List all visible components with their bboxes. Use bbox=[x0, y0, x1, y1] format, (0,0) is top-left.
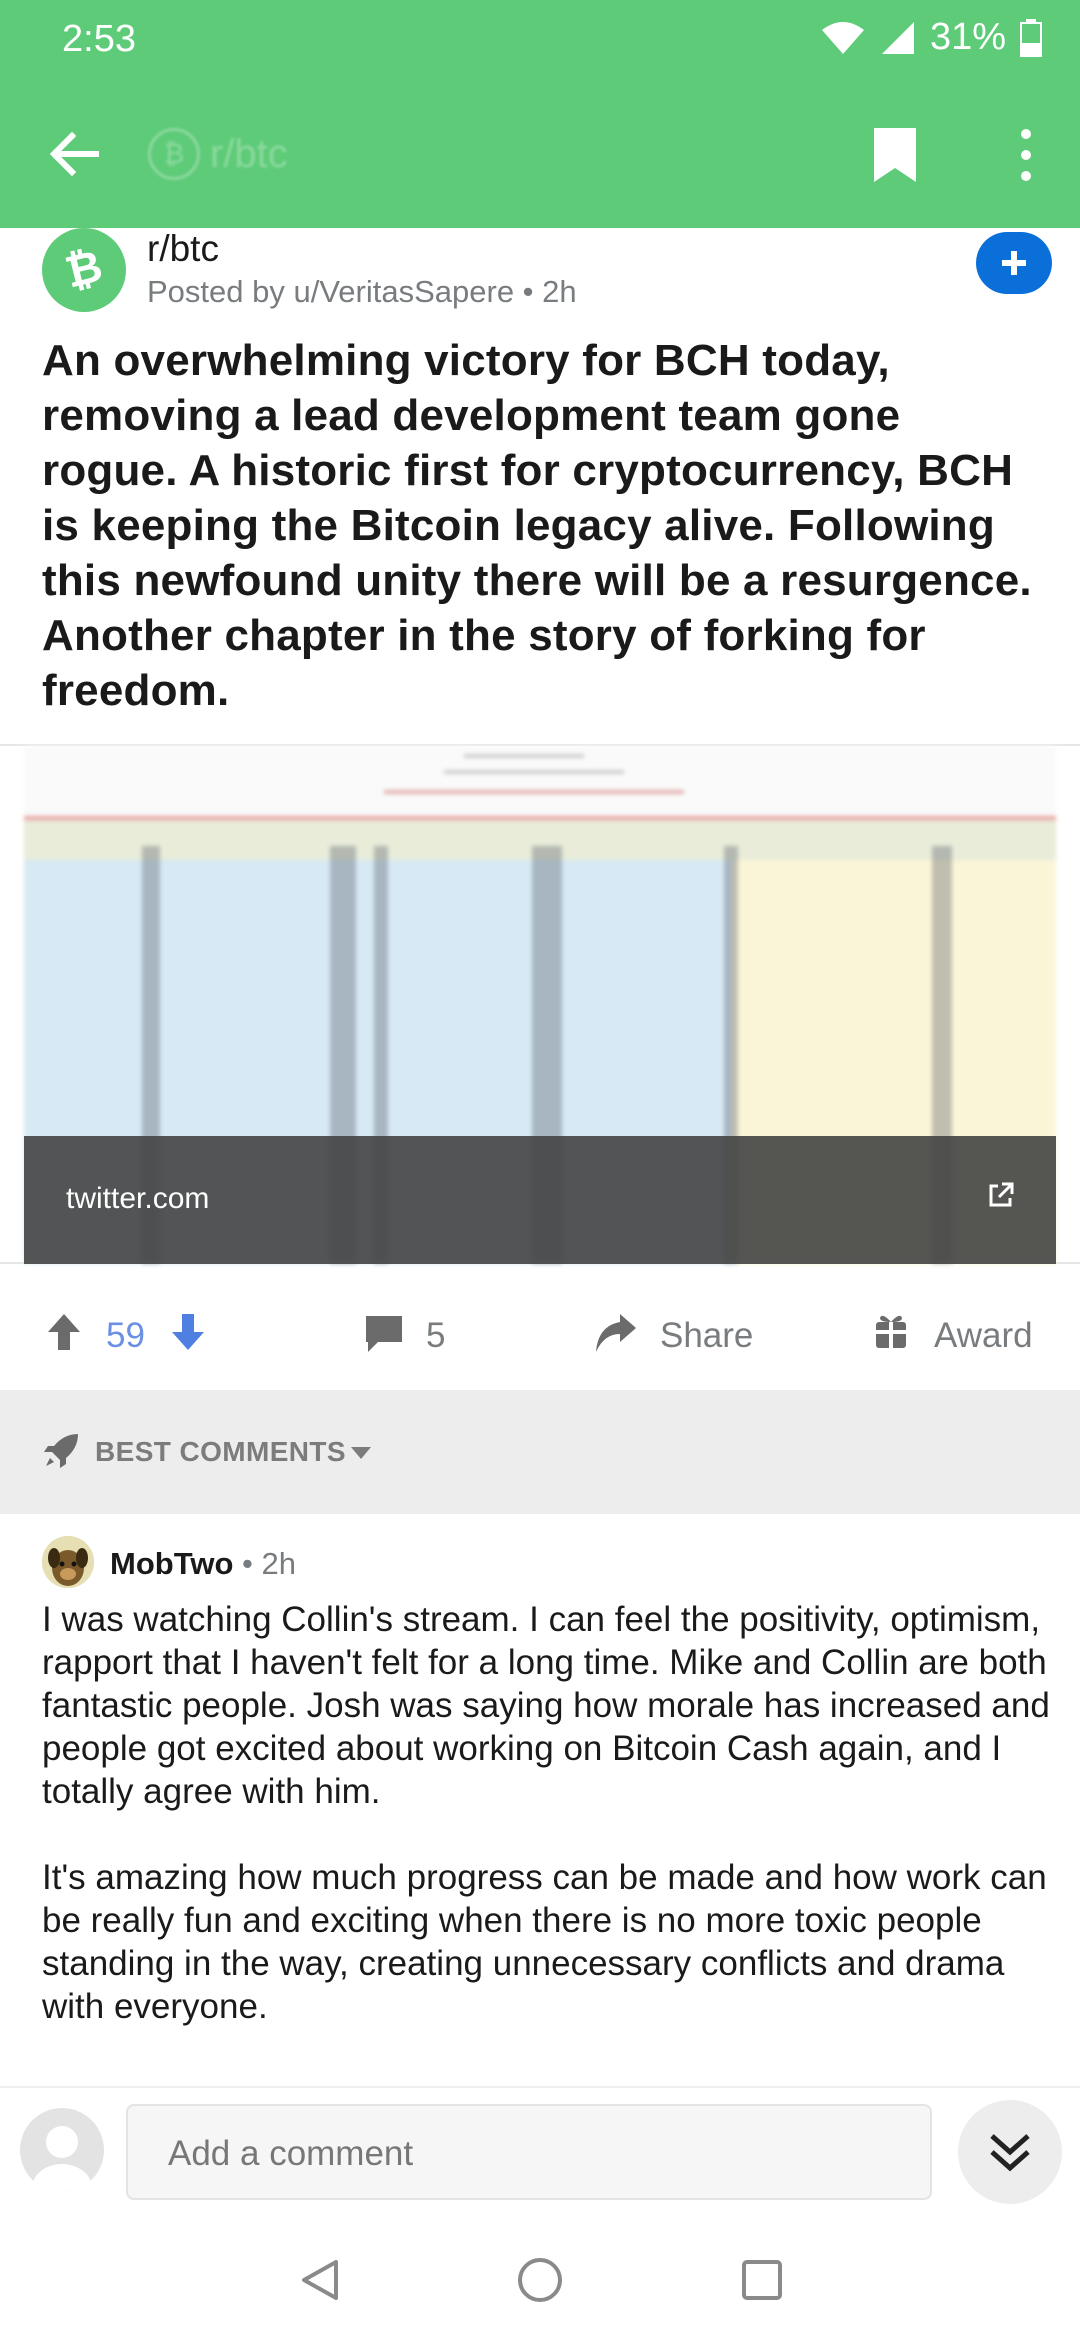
svg-text:₿: ₿ bbox=[60, 244, 107, 296]
comment-paragraph: I was watching Collin's stream. I can fe… bbox=[42, 1600, 1050, 1811]
status-bar: 2:53 31% bbox=[0, 0, 1080, 80]
post-author-line[interactable]: Posted by u/VeritasSapere • 2h bbox=[147, 274, 577, 310]
comment-count[interactable]: 5 bbox=[426, 1316, 445, 1356]
battery-icon bbox=[1020, 18, 1042, 57]
next-comment-button[interactable] bbox=[958, 2100, 1062, 2204]
status-time: 2:53 bbox=[62, 18, 136, 60]
back-arrow-icon[interactable] bbox=[44, 124, 104, 184]
post-header: ₿ r/btc Posted by u/VeritasSapere • 2h bbox=[42, 228, 1052, 328]
status-right: 31% bbox=[820, 16, 1042, 59]
bitcoin-icon: ₿ bbox=[60, 244, 107, 296]
preview-caption[interactable]: twitter.com bbox=[24, 1136, 1056, 1264]
app-bar-title-text: r/btc bbox=[210, 131, 288, 176]
vote-score: 59 bbox=[106, 1316, 145, 1355]
app-header: 2:53 31% ₿ r/btc bbox=[0, 0, 1080, 228]
link-preview[interactable]: twitter.com bbox=[0, 744, 1080, 1264]
share-button[interactable]: Share bbox=[660, 1316, 753, 1356]
comment-author[interactable]: MobTwo bbox=[110, 1546, 233, 1582]
nav-home-icon[interactable] bbox=[518, 2258, 562, 2302]
comment-icon[interactable] bbox=[364, 1314, 404, 1354]
comment-composer: Add a comment bbox=[0, 2086, 1080, 2216]
caret-down-icon bbox=[351, 1447, 371, 1459]
subreddit-name[interactable]: r/btc bbox=[147, 228, 219, 270]
share-icon[interactable] bbox=[594, 1312, 638, 1354]
double-chevron-down-icon bbox=[990, 2134, 1030, 2172]
dog-avatar-icon bbox=[42, 1536, 94, 1588]
downvote-icon[interactable] bbox=[170, 1312, 206, 1352]
post-actions: 59 5 Share Award bbox=[0, 1290, 1080, 1390]
add-comment-input[interactable]: Add a comment bbox=[126, 2104, 932, 2200]
post-title: An overwhelming victory for BCH today, r… bbox=[42, 336, 1032, 715]
app-bar: ₿ r/btc bbox=[0, 110, 1080, 200]
bookmark-icon[interactable] bbox=[872, 126, 918, 184]
join-button[interactable] bbox=[976, 232, 1052, 294]
nav-recents-icon[interactable] bbox=[742, 2260, 782, 2300]
comment-paragraph: It's amazing how much progress can be ma… bbox=[42, 1858, 1047, 2026]
avatar[interactable] bbox=[20, 2108, 104, 2192]
battery-percent: 31% bbox=[929, 16, 1006, 58]
comment-body: I was watching Collin's stream. I can fe… bbox=[42, 1598, 1052, 2071]
rocket-icon bbox=[44, 1434, 78, 1468]
link-domain: twitter.com bbox=[66, 1182, 210, 1215]
comment-sort-bar[interactable]: BEST COMMENTS bbox=[0, 1390, 1080, 1514]
wifi-icon bbox=[821, 21, 864, 54]
gift-icon[interactable] bbox=[874, 1310, 908, 1350]
award-button[interactable]: Award bbox=[934, 1316, 1033, 1356]
more-vert-icon[interactable] bbox=[1016, 128, 1036, 182]
nav-back-icon[interactable] bbox=[298, 2258, 340, 2302]
user-icon bbox=[32, 2126, 92, 2192]
bitcoin-icon: ₿ bbox=[148, 128, 200, 180]
system-nav-bar bbox=[0, 2216, 1080, 2340]
add-comment-placeholder: Add a comment bbox=[168, 2134, 414, 2173]
subreddit-avatar[interactable]: ₿ bbox=[42, 228, 126, 312]
external-link-icon bbox=[989, 1182, 1014, 1207]
plus-icon bbox=[1002, 251, 1026, 275]
comment-meta: • 2h bbox=[242, 1546, 296, 1581]
app-bar-title: ₿ r/btc bbox=[148, 128, 288, 180]
sort-label[interactable]: BEST COMMENTS bbox=[95, 1436, 346, 1468]
avatar[interactable] bbox=[42, 1536, 94, 1588]
upvote-icon[interactable] bbox=[46, 1312, 82, 1352]
signal-icon bbox=[881, 21, 914, 54]
